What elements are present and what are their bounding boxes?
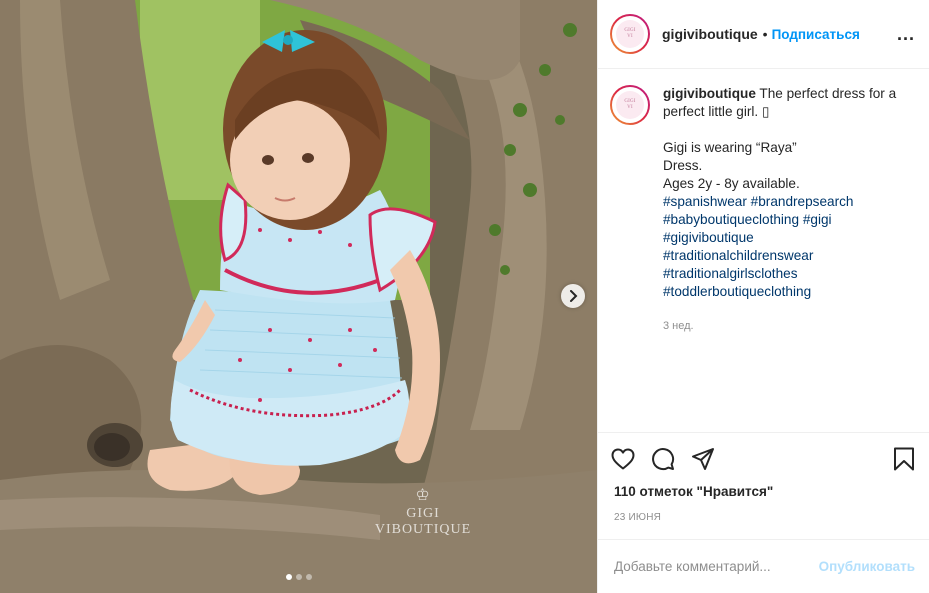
share-button[interactable] bbox=[690, 446, 716, 472]
caption-line: Dress. bbox=[663, 158, 703, 173]
caption-line: Ages 2y - 8y available. bbox=[663, 176, 800, 191]
avatar[interactable]: GIGI VI bbox=[610, 85, 650, 125]
header-username[interactable]: gigiviboutique bbox=[662, 26, 758, 42]
post-photo[interactable]: ♔ GIGI VIBOUTIQUE bbox=[0, 0, 597, 593]
brand-logo-icon: GIGI VI bbox=[616, 20, 644, 48]
post-date[interactable]: 23 июня bbox=[598, 499, 929, 523]
caption-username[interactable]: gigiviboutique bbox=[663, 86, 756, 101]
follow-button[interactable]: Подписаться bbox=[772, 27, 860, 42]
post-comment-button[interactable]: Опубликовать bbox=[819, 559, 915, 574]
add-comment-bar: Опубликовать bbox=[598, 539, 929, 593]
caption-timestamp[interactable]: 3 нед. bbox=[663, 317, 915, 335]
comment-icon bbox=[652, 447, 675, 470]
brand-logo-icon: GIGI VI bbox=[616, 91, 644, 119]
post-actions bbox=[598, 432, 929, 484]
caption-line: Gigi is wearing “Raya” bbox=[663, 140, 797, 155]
carousel-next-button[interactable] bbox=[561, 284, 585, 308]
hashtag-link[interactable]: #toddlerboutiqueclothing bbox=[663, 284, 811, 299]
share-icon bbox=[692, 447, 714, 470]
bookmark-icon bbox=[894, 447, 914, 470]
more-options-icon[interactable]: ... bbox=[897, 24, 915, 45]
comment-input[interactable] bbox=[614, 559, 819, 574]
save-button[interactable] bbox=[891, 446, 917, 472]
carousel-indicator bbox=[0, 574, 597, 580]
header-separator: • bbox=[762, 26, 768, 42]
carousel-dot bbox=[305, 574, 312, 580]
caption: GIGI VI gigiviboutique The perfect dress … bbox=[610, 85, 917, 335]
caption-text: gigiviboutique The perfect dress for a p… bbox=[663, 85, 915, 335]
hashtag-link[interactable]: #spanishwear bbox=[663, 194, 747, 209]
instagram-post: ♔ GIGI VIBOUTIQUE GIGI VI gigiviboutique … bbox=[0, 0, 929, 593]
hashtag-link[interactable]: #gigiviboutique bbox=[663, 230, 754, 245]
hashtag-link[interactable]: #traditionalchildrenswear bbox=[663, 248, 813, 263]
photo-scene bbox=[0, 0, 597, 593]
hashtag-link[interactable]: #babyboutiqueclothing bbox=[663, 212, 799, 227]
hashtag-link[interactable]: #brandrepsearch bbox=[751, 194, 854, 209]
hashtag-link[interactable]: #gigi bbox=[803, 212, 832, 227]
post-header: GIGI VI gigiviboutique • Подписаться ... bbox=[598, 0, 929, 69]
comment-button[interactable] bbox=[650, 446, 676, 472]
hashtag-link[interactable]: #traditionalgirlsclothes bbox=[663, 266, 798, 281]
photo-watermark: ♔ GIGI VIBOUTIQUE bbox=[363, 488, 483, 538]
comments-section: GIGI VI gigiviboutique The perfect dress … bbox=[598, 69, 929, 432]
carousel-dot bbox=[295, 574, 302, 580]
avatar[interactable]: GIGI VI bbox=[610, 14, 650, 54]
post-sidebar: GIGI VI gigiviboutique • Подписаться ... … bbox=[597, 0, 929, 593]
watermark-crown-icon: ♔ bbox=[415, 487, 431, 504]
heart-icon bbox=[611, 448, 635, 469]
watermark-text: GIGI VIBOUTIQUE bbox=[374, 506, 472, 537]
carousel-dot bbox=[285, 574, 292, 580]
likes-count[interactable]: 110 отметок "Нравится" bbox=[598, 484, 929, 499]
like-button[interactable] bbox=[610, 446, 636, 472]
chevron-right-icon bbox=[570, 290, 578, 302]
